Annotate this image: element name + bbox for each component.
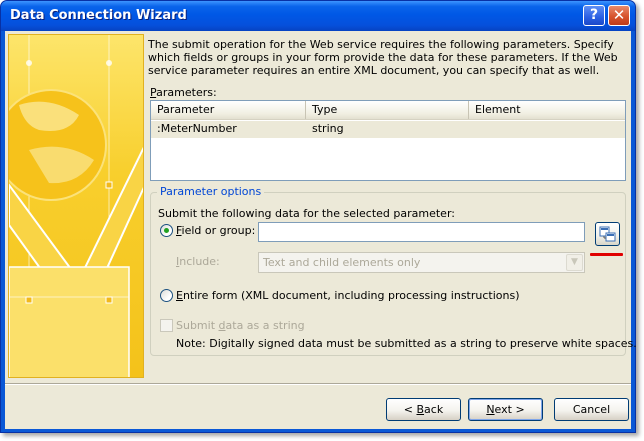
parameters-list-header: Parameter Type Element [151,101,625,120]
submit-as-string-checkbox[interactable] [160,319,173,332]
entire-form-radio[interactable] [160,289,173,302]
field-or-group-radio[interactable] [160,224,173,237]
include-label: Include: [176,255,220,268]
help-icon: ? [589,7,599,23]
include-dropdown-value: Text and child elements only [263,256,421,269]
submit-as-string-mnemonic: d [218,319,226,332]
title-bar[interactable]: Data Connection Wizard ? ✕ [1,1,635,31]
column-header-element[interactable]: Element [469,101,626,119]
next-button-mnemonic: N [486,403,495,416]
button-separator [5,383,631,385]
include-label-text: nclude: [179,255,220,268]
back-button[interactable]: < Back [386,398,461,421]
submit-as-string-pre: Submit [176,319,219,332]
dialog-body: The submit operation for the Web service… [5,31,637,429]
back-button-mnemonic: B [416,403,425,416]
wizard-window: Data Connection Wizard ? ✕ The submit op… [0,0,637,433]
close-icon: ✕ [612,6,626,24]
back-button-pre: < [403,403,417,416]
parameters-label-text: arameters: [156,86,217,99]
window-title: Data Connection Wizard [10,8,187,23]
submit-as-string-label-text: ata as a string [225,319,305,332]
digital-signature-note: Note: Digitally signed data must be subm… [176,337,637,350]
next-button[interactable]: Next > [468,398,543,421]
row-type-cell: string [312,122,344,135]
close-button[interactable]: ✕ [608,5,630,26]
table-row[interactable]: :MeterNumber string [151,121,625,138]
entire-form-label[interactable]: Entire form (XML document, including pro… [176,289,520,302]
back-button-text: ack [424,403,444,416]
chevron-down-icon[interactable]: ▼ [566,254,583,271]
help-button[interactable]: ? [583,5,605,26]
next-button-text: ext > [494,403,525,416]
column-header-type[interactable]: Type [306,101,469,119]
entire-form-mnemonic: E [176,289,183,302]
field-or-group-input[interactable] [258,222,585,242]
submit-as-string-label[interactable]: Submit data as a string [176,319,305,332]
column-header-parameter[interactable]: Parameter [151,101,306,119]
globe-checkmark-icon [9,35,143,377]
wizard-description: The submit operation for the Web service… [148,38,618,77]
row-parameter-cell: :MeterNumber [157,122,237,135]
parameters-label: Parameters: [150,86,217,99]
parameters-list[interactable]: Parameter Type Element :MeterNumber stri… [150,100,626,181]
include-dropdown[interactable]: Text and child elements only ▼ [258,252,585,273]
field-or-group-label-text: ield or group: [181,224,256,237]
select-xpath-icon [599,226,616,242]
wizard-side-art [8,34,144,378]
select-field-button[interactable] [595,222,620,246]
parameter-options-title: Parameter options [157,185,265,198]
field-or-group-label[interactable]: Field or group: [176,224,255,237]
entire-form-label-text: ntire form (XML document, including proc… [182,289,520,302]
cancel-button[interactable]: Cancel [554,398,629,421]
submit-instruction: Submit the following data for the select… [158,207,455,220]
highlight-underline [590,253,623,256]
